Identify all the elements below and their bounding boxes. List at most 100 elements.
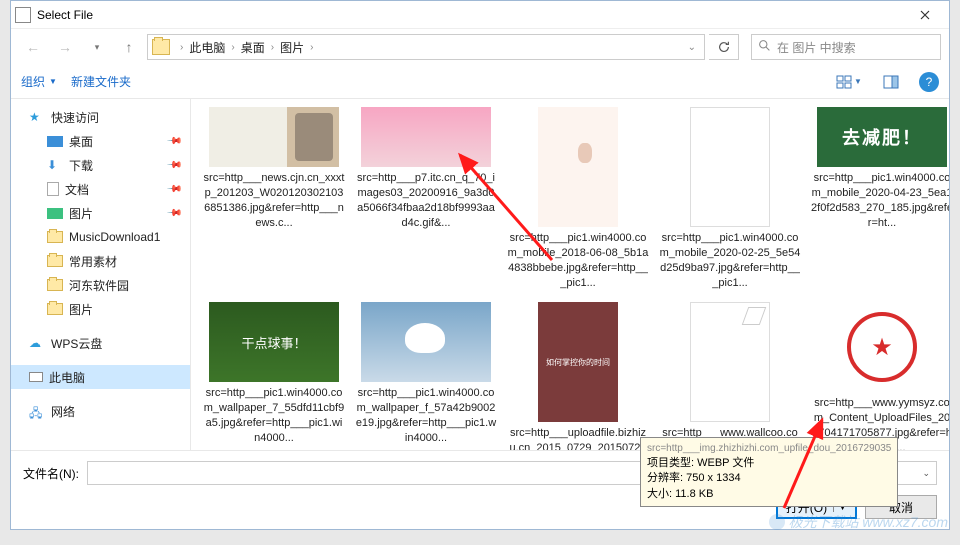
toolbar: 组织 ▼ 新建文件夹 ▼ ? xyxy=(11,65,949,99)
crumb-desktop[interactable]: 桌面 xyxy=(239,39,267,56)
file-item[interactable]: src=http___p7.itc.cn_q_70_images03_20200… xyxy=(355,107,497,290)
refresh-icon xyxy=(717,40,731,54)
up-button[interactable]: ↑ xyxy=(115,34,143,60)
chevron-down-icon[interactable]: ⌄ xyxy=(684,42,700,53)
thumbnail: 去减肥！ xyxy=(817,107,947,167)
file-item[interactable]: src=http___pic1.win4000.com_mobile_2020-… xyxy=(659,107,801,290)
titlebar: Select File xyxy=(11,1,949,29)
thumbnail: 如何掌控你的时间 xyxy=(538,302,618,422)
pictures-icon xyxy=(47,208,63,219)
folder-icon xyxy=(47,255,63,267)
folder-icon xyxy=(47,279,63,291)
sidebar-quick-access[interactable]: ★快速访问 xyxy=(11,105,190,129)
tooltip: src=http___img.zhizhizhi.com_upfile_dou_… xyxy=(640,437,898,507)
file-item[interactable]: src=http___news.cjn.cn_xxxtp_201203_W020… xyxy=(203,107,345,290)
file-name: src=http___pic1.win4000.com_mobile_2020-… xyxy=(811,171,949,230)
breadcrumb[interactable]: › 此电脑 › 桌面 › 图片 › ⌄ xyxy=(147,34,705,60)
sidebar: ★快速访问 桌面📌 ⬇下载📌 文档📌 图片📌 MusicDownload1 常用… xyxy=(11,99,191,450)
file-item[interactable]: 干点球事！ src=http___pic1.win4000.com_wallpa… xyxy=(203,302,345,450)
close-button[interactable] xyxy=(905,2,945,28)
file-item[interactable]: 如何掌控你的时间 src=http___uploadfile.bizhizu.c… xyxy=(507,302,649,450)
help-button[interactable]: ? xyxy=(919,72,939,92)
recent-dropdown[interactable]: ▾ xyxy=(83,34,111,60)
window-title: Select File xyxy=(37,8,905,22)
new-folder-button[interactable]: 新建文件夹 xyxy=(71,73,131,90)
file-name: src=http___news.cjn.cn_xxxtp_201203_W020… xyxy=(203,171,345,230)
watermark-logo-icon xyxy=(769,514,785,530)
watermark: 极光下载站 www.xz7.com xyxy=(769,512,948,532)
preview-pane-button[interactable] xyxy=(877,70,905,94)
file-name: src=http___pic1.win4000.com_wallpaper_f_… xyxy=(355,386,497,445)
chevron-right-icon: › xyxy=(306,42,317,53)
body: ★快速访问 桌面📌 ⬇下载📌 文档📌 图片📌 MusicDownload1 常用… xyxy=(11,99,949,450)
file-name: src=http___p7.itc.cn_q_70_images03_20200… xyxy=(355,171,497,230)
pin-icon: 📌 xyxy=(165,205,182,222)
folder-icon xyxy=(152,39,170,55)
file-name: src=http___pic1.win4000.com_wallpaper_7_… xyxy=(203,386,345,445)
file-item[interactable]: src=http___pic1.win4000.com_wallpaper_f_… xyxy=(355,302,497,450)
network-icon: 🖧 xyxy=(29,404,45,418)
filename-label: 文件名(N): xyxy=(23,465,79,482)
file-name: src=http___pic1.win4000.com_mobile_2020-… xyxy=(659,231,801,290)
thumbnail xyxy=(690,107,770,227)
star-icon: ★ xyxy=(29,110,45,124)
thumbnail xyxy=(361,302,491,382)
sidebar-common-material[interactable]: 常用素材 xyxy=(11,249,190,273)
cloud-icon: ☁ xyxy=(29,336,45,350)
refresh-button[interactable] xyxy=(709,34,739,60)
file-item[interactable]: src=http___www.wallcoo.com_photograph_ca… xyxy=(659,302,801,450)
preview-icon xyxy=(883,75,899,89)
sidebar-pictures[interactable]: 图片📌 xyxy=(11,201,190,225)
close-icon xyxy=(920,10,930,20)
file-item[interactable]: 去减肥！ src=http___pic1.win4000.com_mobile_… xyxy=(811,107,949,290)
folder-icon xyxy=(47,231,63,243)
file-name: src=http___pic1.win4000.com_mobile_2018-… xyxy=(507,231,649,290)
sidebar-network[interactable]: 🖧网络 xyxy=(11,399,190,423)
chevron-right-icon: › xyxy=(267,42,278,53)
sidebar-downloads[interactable]: ⬇下载📌 xyxy=(11,153,190,177)
chevron-right-icon: › xyxy=(227,42,238,53)
chevron-down-icon: ⌄ xyxy=(922,468,930,479)
sidebar-documents[interactable]: 文档📌 xyxy=(11,177,190,201)
thumbnail xyxy=(538,107,618,227)
sidebar-music-download[interactable]: MusicDownload1 xyxy=(11,225,190,249)
crumb-pictures[interactable]: 图片 xyxy=(278,39,306,56)
seal-icon: ★ xyxy=(847,312,917,382)
search-input[interactable]: 在 图片 中搜索 xyxy=(751,34,941,60)
file-name: src=http___uploadfile.bizhizu.cn_2015_07… xyxy=(507,426,649,450)
back-button[interactable]: ← xyxy=(19,34,47,60)
view-mode-button[interactable]: ▼ xyxy=(835,70,863,94)
tooltip-partial-filename: src=http___img.zhizhizhi.com_upfile_dou_… xyxy=(647,442,891,456)
file-item[interactable]: src=http___pic1.win4000.com_mobile_2018-… xyxy=(507,107,649,290)
thumbnail: ★ xyxy=(817,302,947,392)
thumbnail xyxy=(209,107,339,167)
app-icon xyxy=(15,7,31,23)
sidebar-hedong[interactable]: 河东软件园 xyxy=(11,273,190,297)
organize-menu[interactable]: 组织 ▼ xyxy=(21,73,57,90)
chevron-down-icon: ▼ xyxy=(49,77,57,86)
thumbnails-icon xyxy=(836,75,852,89)
file-list: src=http___news.cjn.cn_xxxtp_201203_W020… xyxy=(191,99,949,450)
sidebar-desktop[interactable]: 桌面📌 xyxy=(11,129,190,153)
thumbnail xyxy=(690,302,770,422)
pin-icon: 📌 xyxy=(165,133,182,150)
forward-button[interactable]: → xyxy=(51,34,79,60)
search-placeholder: 在 图片 中搜索 xyxy=(777,39,856,56)
pin-icon: 📌 xyxy=(165,181,182,198)
thumbnail: 干点球事！ xyxy=(209,302,339,382)
pc-icon xyxy=(29,372,43,382)
desktop-icon xyxy=(47,136,63,147)
folder-icon xyxy=(47,303,63,315)
chevron-right-icon: › xyxy=(176,42,187,53)
pin-icon: 📌 xyxy=(165,157,182,174)
crumb-this-pc[interactable]: 此电脑 xyxy=(187,39,227,56)
search-icon xyxy=(758,39,771,55)
thumbnail xyxy=(361,107,491,167)
sidebar-wps-cloud[interactable]: ☁WPS云盘 xyxy=(11,331,190,355)
navbar: ← → ▾ ↑ › 此电脑 › 桌面 › 图片 › ⌄ 在 图片 中搜索 xyxy=(11,29,949,65)
download-icon: ⬇ xyxy=(47,158,63,172)
document-icon xyxy=(47,182,59,196)
file-item[interactable]: ★ src=http___www.yymsyz.com_Content_Uplo… xyxy=(811,302,949,450)
sidebar-pictures2[interactable]: 图片 xyxy=(11,297,190,321)
sidebar-this-pc[interactable]: 此电脑 xyxy=(11,365,190,389)
